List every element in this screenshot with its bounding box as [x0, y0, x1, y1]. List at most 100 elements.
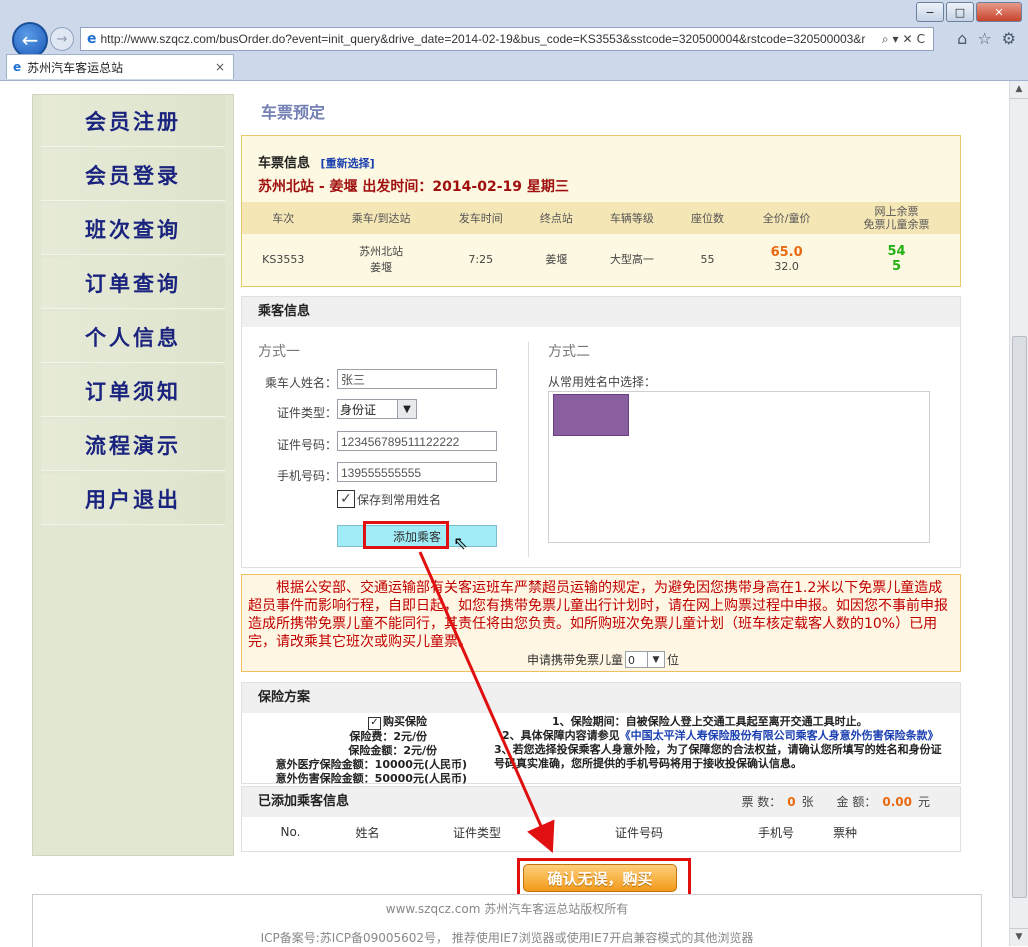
settings-gear-icon[interactable]: ⚙ [1002, 29, 1016, 48]
idno-input[interactable]: 123456789511122222 [337, 431, 497, 451]
save-name-label: 保存到常用姓名 [357, 492, 442, 507]
scroll-thumb[interactable] [1012, 336, 1027, 898]
cell-stations: 苏州北站 姜堰 [325, 234, 438, 284]
home-icon[interactable]: ⌂ [957, 29, 967, 48]
sidebar-item-profile[interactable]: 个人信息 [41, 311, 225, 363]
vertical-scrollbar[interactable]: ▲ ▼ [1009, 81, 1028, 946]
back-button[interactable]: ← [12, 22, 48, 58]
amount-label: 金 额： [836, 795, 877, 809]
cell-seats: 55 [700, 252, 715, 266]
checkmark-icon[interactable]: ✓ [337, 490, 355, 508]
forward-arrow-icon: → [56, 31, 68, 47]
url-text[interactable]: http://www.szqcz.com/busOrder.do?event=i… [101, 32, 871, 46]
idtype-label: 证件类型： [276, 406, 337, 420]
col-terminal: 终点站 [523, 202, 590, 234]
col-remain: 网上余票 免票儿童余票 [833, 202, 960, 234]
reselect-link[interactable]: [重新选择] [321, 157, 375, 170]
insurance-left: ✓ 购买保险 保险费：2元/份 保险金额：2元/份 意外医疗保险金额：10000元… [252, 715, 467, 786]
notice-text: 根据公安部、交通运输部有关客运班车严禁超员运输的规定，为避免因您携带身高在1.2… [248, 580, 948, 650]
phone-input[interactable]: 139555555555 [337, 462, 497, 482]
child-count-label-pre: 申请携带免票儿童 [527, 653, 624, 667]
browser-chrome: − □ ✕ ← → e http://www.szqcz.com/busOrde… [0, 0, 1028, 81]
scroll-up-icon[interactable]: ▲ [1010, 81, 1028, 99]
insurance-header: 保险方案 [242, 683, 960, 713]
sidebar-item-order-query[interactable]: 订单查询 [41, 257, 225, 309]
cell-remain: 54 5 [833, 234, 960, 284]
sidebar-item-schedule-query[interactable]: 班次查询 [41, 203, 225, 255]
medical-amount: 意外医疗保险金额：10000元(人民币) [275, 757, 467, 771]
child-price: 32.0 [774, 260, 799, 273]
added-passengers-panel: 已添加乘客信息 票 数： 0 张 金 额： 0.00 元 No. 姓名 证件类型 证件号… [241, 786, 961, 852]
col-stations: 乘车/到达站 [324, 202, 438, 234]
sidebar-item-process-demo[interactable]: 流程演示 [41, 419, 225, 471]
col-grade: 车辆等级 [589, 202, 675, 234]
sidebar-item-login[interactable]: 会员登录 [41, 149, 225, 201]
redacted-name-block[interactable] [553, 394, 629, 436]
window-controls: − □ ✕ [916, 2, 1022, 22]
ticket-table: 车次 乘车/到达站 发车时间 终点站 车辆等级 座位数 全价/童价 网上余票 免… [242, 202, 960, 284]
address-bar[interactable]: e http://www.szqcz.com/busOrder.do?event… [80, 27, 934, 51]
footer-copyright: www.szqcz.com 苏州汽车客运总站版权所有 [385, 902, 629, 916]
forward-button[interactable]: → [50, 27, 74, 51]
address-controls[interactable]: ⌕▾✕C [882, 32, 929, 47]
save-name-checkbox[interactable]: ✓ 保存到常用姓名 [337, 490, 441, 508]
buy-insurance-label: 购买保险 [383, 715, 427, 728]
browser-tab[interactable]: e 苏州汽车客运总站 × [6, 54, 234, 79]
buy-insurance-row[interactable]: ✓ 购买保险 [252, 715, 467, 730]
minimize-button[interactable]: − [916, 2, 944, 22]
col-idno: 证件号码 [614, 825, 663, 840]
ie-logo-icon: e [87, 31, 97, 47]
name-input[interactable]: 张三 [337, 369, 497, 389]
child-count-select[interactable]: 0 ▼ [625, 651, 666, 668]
insurance-term-1: 1、保险期间：自被保险人登上交通工具起至离开交通工具时止。 [552, 715, 868, 728]
checkmark-icon[interactable]: ✓ [368, 716, 381, 730]
favorites-star-icon[interactable]: ☆ [977, 29, 991, 48]
cell-bus: KS3553 [262, 252, 305, 266]
cell-from: 苏州北站 [359, 245, 404, 258]
freq-name-label: 从常用姓名中选择： [548, 375, 657, 389]
chevron-down-icon[interactable]: ▼ [647, 652, 664, 667]
added-table: No. 姓名 证件类型 证件号码 手机号 票种 [242, 817, 960, 847]
insurance-term-3: 3、若您选择投保乘客人身意外险，为了保障您的合法权益，请确认您所填写的姓名和身份… [494, 743, 942, 770]
ticket-header-label: 车票信息 [258, 156, 311, 171]
mode2-label: 方式二 [548, 344, 590, 360]
amount-value: 0.00 [882, 795, 912, 809]
cell-time: 7:25 [468, 252, 494, 266]
mode1-label: 方式一 [258, 344, 300, 360]
insurance-panel: 保险方案 ✓ 购买保险 保险费：2元/份 保险金额：2元/份 意外医疗保险金额：1… [241, 682, 961, 786]
phone-label: 手机号码： [276, 469, 337, 483]
col-ticket-type: 票种 [833, 825, 858, 840]
highlight-box [363, 521, 449, 549]
insurance-clause-link[interactable]: 《中国太平洋人寿保险股份有限公司乘客人身意外伤害保险条款》 [620, 729, 939, 742]
tab-close-icon[interactable]: × [215, 60, 225, 74]
sidebar-item-logout[interactable]: 用户退出 [41, 473, 225, 525]
page-title: 车票预定 [261, 103, 326, 122]
idtype-value: 身份证 [340, 403, 377, 417]
child-remain-count: 5 [891, 259, 902, 274]
scroll-down-icon[interactable]: ▼ [1010, 928, 1028, 946]
divider [528, 342, 529, 557]
idtype-select[interactable]: 身份证 ▼ [337, 399, 417, 419]
sidebar-item-register[interactable]: 会员注册 [41, 95, 225, 147]
col-idtype: 证件类型 [452, 825, 501, 840]
col-price: 全价/童价 [740, 202, 833, 234]
tab-ie-icon: e [13, 60, 22, 74]
tickets-unit: 张 [801, 795, 814, 809]
idno-label: 证件号码： [276, 438, 337, 452]
amount-unit: 元 [917, 795, 930, 809]
close-window-button[interactable]: ✕ [976, 2, 1022, 22]
route-summary: 苏州北站 - 姜堰 出发时间：2014-02-19 星期三 [258, 179, 569, 195]
confirm-purchase-button[interactable]: 确认无误，购买 [523, 864, 677, 892]
name-label: 乘车人姓名： [264, 376, 337, 390]
ticket-table-header: 车次 乘车/到达站 发车时间 终点站 车辆等级 座位数 全价/童价 网上余票 免… [242, 202, 960, 234]
child-count-value: 0 [628, 654, 636, 667]
col-no: No. [280, 825, 301, 839]
table-row: KS3553 苏州北站 姜堰 7:25 姜堰 大型高一 55 65.0 32.0 5… [242, 234, 960, 284]
col-depart-time: 发车时间 [437, 202, 524, 234]
frequent-names-list[interactable] [548, 391, 930, 543]
sidebar-item-order-notice[interactable]: 订单须知 [41, 365, 225, 417]
chevron-down-icon[interactable]: ▼ [397, 400, 416, 418]
cell-terminal: 姜堰 [545, 253, 568, 266]
maximize-button[interactable]: □ [946, 2, 974, 22]
insurance-fee: 保险费：2元/份 [349, 729, 427, 743]
